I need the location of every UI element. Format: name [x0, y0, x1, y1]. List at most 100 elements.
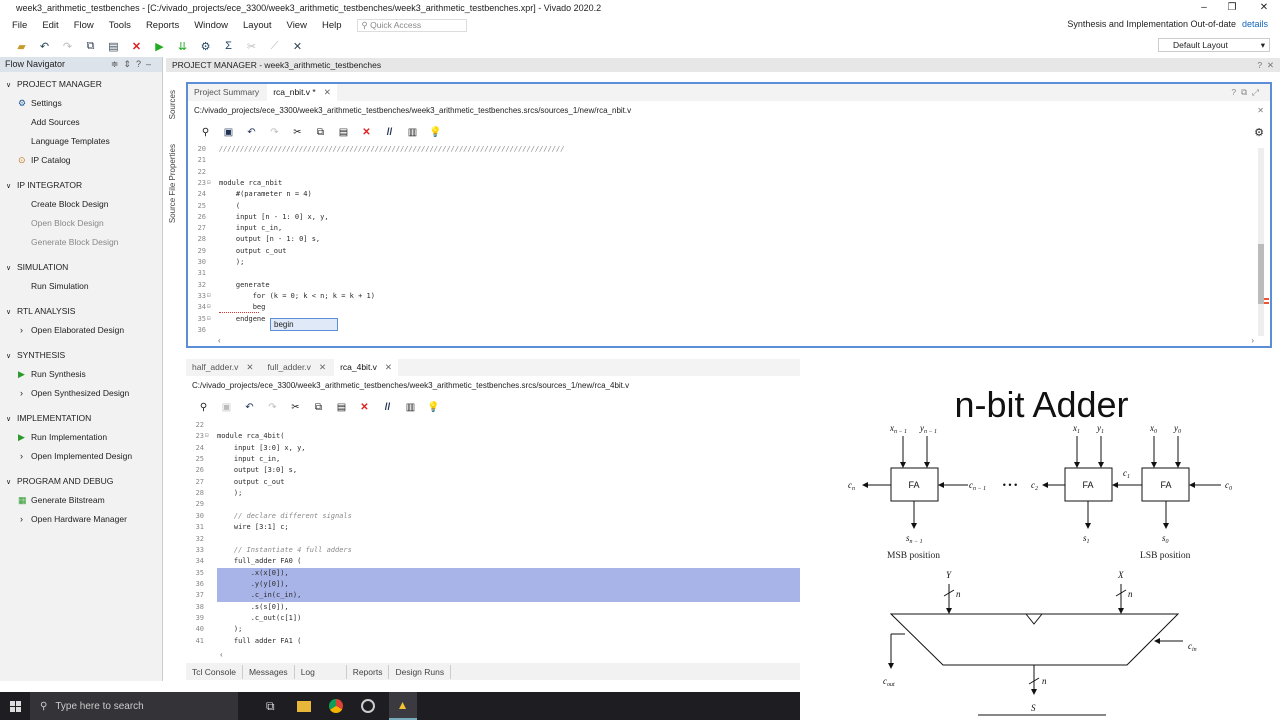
undo-icon[interactable]: ↶ — [33, 37, 56, 55]
fn-section[interactable]: ∨ PROGRAM AND DEBUG — [0, 472, 162, 491]
code-area-2[interactable]: 22 23 ⊟ module rca_4bit(24 input [3:0] x, y… — [186, 418, 800, 644]
cut-icon[interactable]: ✂ — [286, 123, 309, 141]
delete-icon[interactable]: ✕ — [353, 398, 376, 416]
save-icon[interactable]: ▣ — [217, 123, 240, 141]
sigma-icon[interactable]: Σ — [217, 37, 240, 55]
side-tab-source-file-properties[interactable]: Source File Properties — [168, 144, 177, 223]
fn-item[interactable]: › Open Synthesized Design — [0, 384, 162, 403]
fn-item[interactable]: Add Sources — [0, 113, 162, 132]
close-icon[interactable]: ✕ — [1257, 101, 1264, 121]
app-icon[interactable] — [360, 699, 375, 713]
run-icon[interactable]: ▶ — [148, 37, 171, 55]
fn-section[interactable]: ∨ SYNTHESIS — [0, 346, 162, 365]
fold-icon[interactable]: ⊟ — [207, 179, 211, 186]
tab-log[interactable]: Log — [295, 664, 347, 679]
search-icon[interactable]: ⚲ — [192, 398, 215, 416]
fn-section[interactable]: ∨ SIMULATION — [0, 258, 162, 277]
file-explorer-icon[interactable] — [296, 700, 311, 712]
tab-full-adder[interactable]: full_adder.v ✕ — [261, 359, 332, 376]
tab-half-adder[interactable]: half_adder.v ✕ — [186, 359, 259, 376]
save-icon[interactable]: ▣ — [215, 398, 238, 416]
close-window-button[interactable]: ✕ — [1250, 0, 1278, 16]
chrome-icon[interactable] — [328, 699, 343, 713]
debug-icon[interactable]: ⟋ — [263, 37, 286, 55]
help-close-icon[interactable]: ? ✕ — [1257, 58, 1274, 72]
undo-icon[interactable]: ↶ — [240, 123, 263, 141]
paste-icon[interactable]: ▤ — [102, 37, 125, 55]
menu-flow[interactable]: Flow — [74, 20, 94, 31]
tab-rca-nbit[interactable]: rca_nbit.v * ✕ — [267, 84, 337, 101]
auto-connect-icon[interactable]: ✂ — [240, 37, 263, 55]
fn-item[interactable]: ▶ Run Implementation — [0, 428, 162, 447]
block-icon[interactable]: ▥ — [399, 398, 422, 416]
search-icon[interactable]: ⚲ — [194, 123, 217, 141]
fn-item[interactable]: ⊙ IP Catalog — [0, 151, 162, 170]
windows-start-icon[interactable] — [10, 701, 21, 712]
fn-item[interactable]: Open Block Design — [0, 214, 162, 233]
fold-icon[interactable]: ⊟ — [207, 292, 211, 299]
fn-item[interactable]: Language Templates — [0, 132, 162, 151]
vivado-icon[interactable]: ▲ — [388, 692, 417, 720]
side-tab-sources[interactable]: Sources — [168, 90, 177, 119]
tab-project-summary[interactable]: Project Summary — [188, 84, 265, 101]
tab-design-runs[interactable]: Design Runs — [389, 664, 452, 679]
comment-icon[interactable]: // — [376, 398, 399, 416]
code-area-1[interactable]: 20 //////////////////////////////////////… — [188, 143, 1270, 333]
menu-help[interactable]: Help — [322, 20, 342, 31]
autocomplete-popup[interactable]: begin — [270, 318, 338, 331]
redo-icon[interactable]: ↷ — [56, 37, 79, 55]
lightbulb-icon[interactable]: 💡 — [422, 398, 445, 416]
tab-tcl-console[interactable]: Tcl Console — [186, 664, 243, 679]
autocomplete-option[interactable]: begin — [274, 320, 294, 329]
block-icon[interactable]: ▥ — [401, 123, 424, 141]
panel-controls-icon[interactable]: ≑⇕?– — [111, 57, 156, 72]
fn-item[interactable]: Run Simulation — [0, 277, 162, 296]
fn-item[interactable]: › Open Implemented Design — [0, 447, 162, 466]
fn-item[interactable]: ▦ Generate Bitstream — [0, 491, 162, 510]
scrollbar-horizontal[interactable]: ‹ › — [218, 336, 1254, 345]
taskbar-search[interactable]: ⚲ Type here to search — [30, 692, 238, 720]
delete-icon[interactable]: ✕ — [355, 123, 378, 141]
tools-icon[interactable]: ✕ — [286, 37, 309, 55]
fn-section[interactable]: ∨ IMPLEMENTATION — [0, 409, 162, 428]
fn-item[interactable]: › Open Elaborated Design — [0, 321, 162, 340]
close-icon[interactable]: ✕ — [319, 362, 326, 372]
fold-icon[interactable]: ⊟ — [205, 432, 209, 439]
menu-edit[interactable]: Edit — [42, 20, 58, 31]
scrollbar-horizontal[interactable]: ‹ — [220, 650, 223, 659]
fn-item[interactable]: › Open Hardware Manager — [0, 510, 162, 529]
fn-item[interactable]: ▶ Run Synthesis — [0, 365, 162, 384]
task-view-icon[interactable]: ⧉ — [266, 699, 275, 714]
cut-icon[interactable]: ✂ — [284, 398, 307, 416]
menu-file[interactable]: File — [12, 20, 27, 31]
menu-reports[interactable]: Reports — [146, 20, 179, 31]
lightbulb-icon[interactable]: 💡 — [424, 123, 447, 141]
quick-access-input[interactable]: ⚲ Quick Access — [356, 19, 467, 32]
minimize-button[interactable]: – — [1190, 0, 1218, 16]
fn-item[interactable]: Create Block Design — [0, 195, 162, 214]
paste-icon[interactable]: ▤ — [330, 398, 353, 416]
copy-icon[interactable]: ⧉ — [79, 37, 102, 55]
comment-icon[interactable]: // — [378, 123, 401, 141]
layout-select[interactable]: Default Layout ▾ — [1158, 38, 1270, 52]
redo-icon[interactable]: ↷ — [261, 398, 284, 416]
close-icon[interactable]: ✕ — [324, 87, 331, 97]
fn-item[interactable]: Generate Block Design — [0, 233, 162, 252]
program-icon[interactable]: ⇊ — [171, 37, 194, 55]
fn-section[interactable]: ∨ RTL ANALYSIS — [0, 302, 162, 321]
menu-window[interactable]: Window — [194, 20, 228, 31]
delete-icon[interactable]: ✕ — [125, 37, 148, 55]
menu-tools[interactable]: Tools — [109, 20, 131, 31]
open-project-icon[interactable]: ▰ — [10, 37, 33, 55]
menu-layout[interactable]: Layout — [243, 20, 272, 31]
redo-icon[interactable]: ↷ — [263, 123, 286, 141]
close-icon[interactable]: ✕ — [246, 362, 253, 372]
window-controls-icon[interactable]: ?⧉⤢ — [1231, 87, 1264, 98]
copy-icon[interactable]: ⧉ — [307, 398, 330, 416]
close-icon[interactable]: ✕ — [385, 362, 392, 372]
fn-section[interactable]: ∨ IP INTEGRATOR — [0, 176, 162, 195]
restore-button[interactable]: ❐ — [1218, 0, 1246, 16]
copy-icon[interactable]: ⧉ — [309, 123, 332, 141]
fn-item[interactable]: ⚙ Settings — [0, 94, 162, 113]
tab-messages[interactable]: Messages — [243, 664, 295, 679]
